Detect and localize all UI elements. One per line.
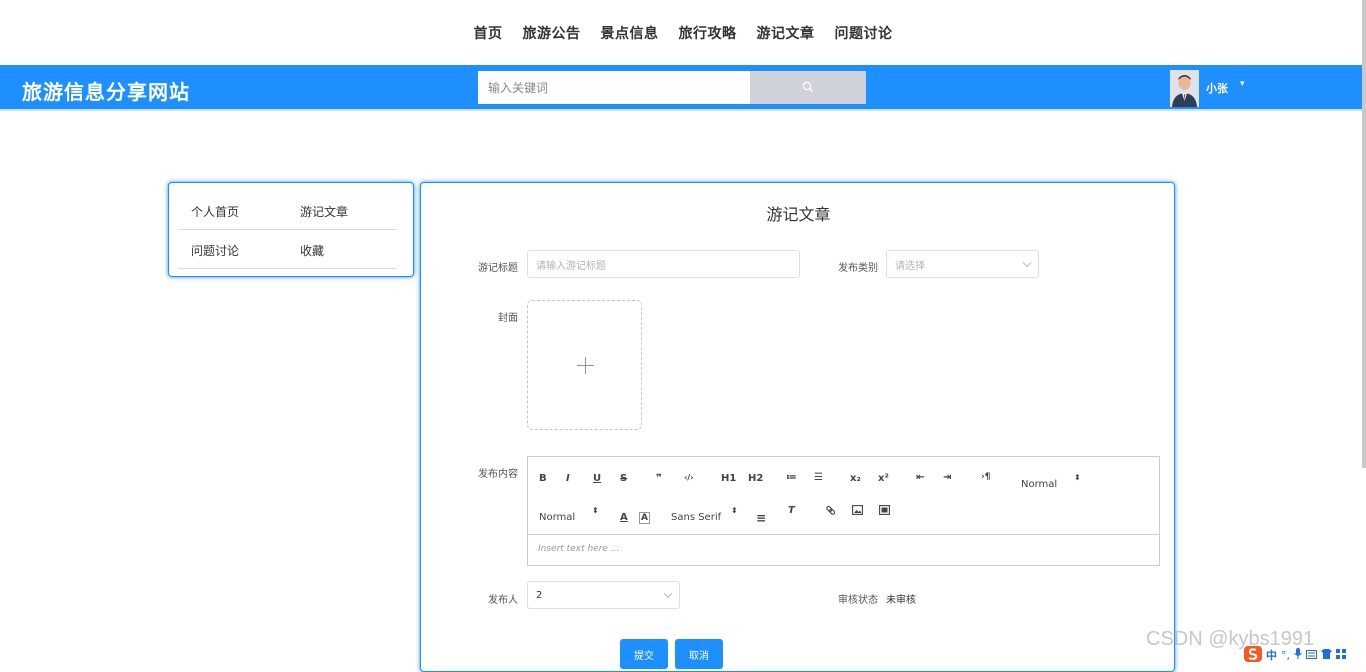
sidebar-row: 个人首页 游记文章 — [178, 191, 397, 230]
search-input[interactable] — [478, 71, 750, 104]
rich-text-editor: B I U S ❞ ‹/› H1 H2 ≔ ☰ x₂ x² ⇤ ⇥ ›¶ Nor… — [527, 456, 1160, 566]
menu-grid-icon[interactable] — [1336, 648, 1346, 662]
background-color-icon[interactable]: A — [639, 512, 650, 524]
title-input[interactable]: 请输入游记标题 — [527, 250, 800, 278]
publisher-value: 2 — [536, 589, 543, 601]
page-title: 游记文章 — [766, 205, 831, 224]
size-select[interactable]: Normal — [539, 512, 575, 523]
category-select[interactable]: 请选择 — [886, 250, 1039, 278]
sidebar-row: 问题讨论 收藏 — [178, 230, 397, 269]
user-sidebar: 个人首页 游记文章 问题讨论 收藏 — [168, 182, 414, 277]
site-title: 旅游信息分享网站 — [22, 80, 190, 104]
title-label: 游记标题 — [478, 263, 518, 274]
publisher-label: 发布人 — [488, 595, 518, 606]
category-placeholder: 请选择 — [895, 260, 925, 272]
font-color-icon[interactable]: A — [620, 512, 628, 523]
italic-button[interactable]: I — [566, 473, 570, 484]
ime-mode-label[interactable]: 中 — [1266, 647, 1277, 663]
sidebar-item-profile[interactable]: 个人首页 — [191, 203, 239, 220]
cover-upload[interactable] — [527, 300, 642, 430]
link-icon[interactable] — [825, 505, 836, 519]
image-icon[interactable] — [852, 505, 863, 518]
underline-button[interactable]: U — [593, 473, 601, 484]
outdent-button[interactable]: ⇤ — [916, 472, 924, 483]
bold-button[interactable]: B — [539, 473, 547, 484]
plus-icon-stroke — [585, 357, 586, 374]
bullet-list-button[interactable]: ☰ — [814, 472, 823, 483]
search-icon — [802, 78, 814, 97]
select-arrows-icon: ⬍ — [592, 506, 599, 515]
nav-item-guides[interactable]: 旅行攻略 — [679, 23, 737, 43]
header2-button[interactable]: H2 — [748, 473, 763, 484]
chevron-down-icon — [663, 589, 673, 599]
publisher-select[interactable]: 2 — [527, 581, 680, 609]
top-nav: 首页 旅游公告 景点信息 旅行攻略 游记文章 问题讨论 — [0, 0, 1366, 65]
review-status-label: 审核状态 — [838, 595, 878, 606]
sogou-logo-icon — [1244, 645, 1262, 665]
search-button[interactable] — [750, 71, 866, 104]
sidebar-item-favorites[interactable]: 收藏 — [300, 242, 324, 259]
nav-item-home[interactable]: 首页 — [474, 23, 503, 43]
subscript-button[interactable]: x₂ — [850, 473, 861, 484]
punctuation-icon[interactable]: °, — [1281, 649, 1290, 662]
code-block-button[interactable]: ‹/› — [684, 473, 694, 482]
sidebar-item-travelogues[interactable]: 游记文章 — [300, 203, 348, 220]
indent-button[interactable]: ⇥ — [943, 472, 951, 483]
align-icon[interactable]: ≡ — [756, 511, 766, 525]
review-status-value: 未审核 — [886, 595, 916, 606]
cover-label: 封面 — [498, 313, 518, 324]
travelogue-form-panel: 游记文章 游记标题 请输入游记标题 发布类别 请选择 封面 发布内容 B I U… — [420, 182, 1175, 672]
blockquote-button[interactable]: ❞ — [656, 473, 662, 484]
header1-button[interactable]: H1 — [721, 473, 736, 484]
nav-item-attractions[interactable]: 景点信息 — [601, 23, 659, 43]
chevron-down-icon[interactable]: ▾ — [1240, 79, 1245, 89]
header-bar: 旅游信息分享网站 小张 ▾ — [0, 65, 1366, 111]
ordered-list-button[interactable]: ≔ — [786, 472, 797, 483]
ime-toolbar[interactable]: 中 °, — [1244, 645, 1366, 665]
select-arrows-icon: ⬍ — [1074, 473, 1081, 482]
user-name[interactable]: 小张 — [1206, 80, 1228, 96]
select-arrows-icon: ⬍ — [731, 506, 738, 515]
font-select[interactable]: Sans Serif — [671, 512, 721, 523]
header-select[interactable]: Normal — [1021, 479, 1057, 490]
clear-format-icon[interactable]: T — [788, 505, 795, 516]
avatar[interactable] — [1170, 70, 1199, 107]
submit-button[interactable]: 提交 — [620, 639, 668, 669]
category-label: 发布类别 — [838, 263, 878, 274]
nav-item-announcements[interactable]: 旅游公告 — [523, 23, 581, 43]
editor-content-area[interactable]: Insert text here ... — [538, 544, 619, 554]
keyboard-icon[interactable] — [1306, 649, 1317, 662]
title-placeholder: 请输入游记标题 — [536, 260, 606, 272]
microphone-icon[interactable] — [1294, 648, 1302, 662]
chevron-down-icon — [1022, 258, 1032, 268]
content-label: 发布内容 — [478, 469, 518, 480]
video-icon[interactable] — [879, 505, 890, 518]
sidebar-item-discussions[interactable]: 问题讨论 — [191, 242, 239, 259]
page-scrollbar[interactable] — [1362, 0, 1366, 468]
superscript-button[interactable]: x² — [878, 473, 889, 484]
strike-button[interactable]: S — [620, 473, 627, 484]
text-direction-button[interactable]: ›¶ — [981, 472, 990, 482]
editor-toolbar: B I U S ❞ ‹/› H1 H2 ≔ ☰ x₂ x² ⇤ ⇥ ›¶ Nor… — [528, 457, 1159, 535]
skin-icon[interactable] — [1321, 648, 1332, 662]
nav-item-travelogues[interactable]: 游记文章 — [757, 23, 815, 43]
nav-item-discussions[interactable]: 问题讨论 — [835, 23, 893, 43]
cancel-button[interactable]: 取消 — [675, 639, 723, 669]
